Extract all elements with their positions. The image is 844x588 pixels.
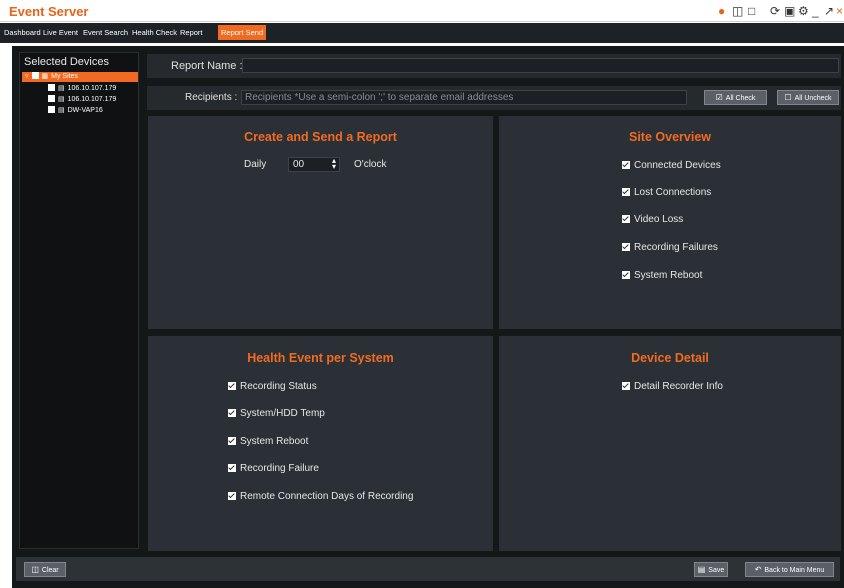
checkbox-checked-icon[interactable]	[622, 382, 630, 390]
tree-item-device[interactable]: ▤ 106.10.107.179	[48, 95, 116, 105]
save-icon: ▤	[697, 565, 706, 574]
tab-report[interactable]: Report	[180, 28, 203, 37]
health-event-section: Health Event per System Recording Status…	[148, 336, 493, 551]
checkbox-checked-icon: ☑	[715, 93, 723, 102]
save-button[interactable]: ▤ Save	[694, 562, 728, 577]
checkbox-empty-icon: ☐	[784, 93, 792, 102]
expand-arrow-icon[interactable]: ▿	[25, 72, 29, 82]
tab-live-event[interactable]: Live Event	[43, 28, 78, 37]
clear-icon: ◫	[31, 565, 39, 574]
checkbox-checked-icon[interactable]	[228, 492, 236, 500]
back-arrow-icon: ↶	[754, 565, 762, 574]
title-bar: Event Server ● ◫ □ ⟳ ▣ ⚙ _ ↗ ×	[0, 0, 844, 22]
refresh-icon[interactable]: ⟳	[770, 4, 780, 18]
stepper-arrows-icon[interactable]: ▴ ▾	[332, 157, 336, 171]
report-name-input[interactable]	[242, 58, 839, 73]
maximize-icon[interactable]: ↗	[824, 4, 834, 18]
recipients-input[interactable]: Recipients *Use a semi-colon ';' to sepa…	[241, 90, 687, 105]
tab-event-search[interactable]: Event Search	[83, 28, 128, 37]
device-detail-title: Device Detail	[631, 351, 709, 365]
folder-icon: ▦	[41, 73, 49, 80]
minimize-icon[interactable]: _	[812, 4, 819, 18]
all-uncheck-label: All Uncheck	[794, 95, 832, 102]
site-overview-item[interactable]: Connected Devices	[622, 160, 721, 171]
clear-button[interactable]: ◫ Clear	[24, 562, 66, 577]
device-checkbox[interactable]	[48, 106, 55, 113]
health-event-item[interactable]: Recording Failure	[228, 463, 319, 474]
health-event-item[interactable]: Remote Connection Days of Recording	[228, 491, 413, 502]
window-icon[interactable]: □	[748, 4, 755, 18]
create-send-section: Create and Send a Report Daily 00 ▴ ▾ O'c…	[148, 116, 493, 329]
tree-root-my-sites[interactable]: ▿ ▦ My Sites	[22, 72, 138, 82]
recorder-icon: ▤	[58, 96, 65, 103]
hour-stepper[interactable]: 00 ▴ ▾	[288, 157, 340, 172]
save-label: Save	[708, 567, 725, 574]
checkbox-checked-icon[interactable]	[622, 243, 630, 251]
health-event-item[interactable]: System Reboot	[228, 436, 308, 447]
site-overview-item[interactable]: System Reboot	[622, 270, 702, 281]
app-title: Event Server	[9, 4, 89, 19]
health-event-item[interactable]: System/HDD Temp	[228, 408, 325, 419]
site-overview-item[interactable]: Recording Failures	[622, 242, 718, 253]
site-overview-item[interactable]: Video Loss	[622, 214, 683, 225]
device-detail-item[interactable]: Detail Recorder Info	[622, 381, 723, 392]
back-to-main-button[interactable]: ↶ Back to Main Menu	[745, 562, 834, 577]
create-send-title: Create and Send a Report	[244, 130, 397, 144]
daily-label: Daily	[244, 159, 267, 170]
report-name-label: Report Name :	[171, 60, 243, 72]
tab-dashboard[interactable]: Dashboard	[4, 28, 41, 37]
logo-icon[interactable]: ●	[718, 4, 725, 18]
site-overview-title: Site Overview	[629, 130, 711, 144]
tree-item-device[interactable]: ▤ DW-VAP16	[48, 106, 103, 116]
checkbox-checked-icon[interactable]	[228, 409, 236, 417]
recipients-label: Recipients :	[185, 92, 238, 103]
layout-icon[interactable]: ◫	[732, 4, 743, 18]
bottom-bar: ◫ Clear ▤ Save ↶ Back to Main Menu	[16, 557, 840, 581]
checkbox-checked-icon[interactable]	[622, 271, 630, 279]
tree-item-device[interactable]: ▤ 106.10.107.179	[48, 84, 116, 94]
health-event-item[interactable]: Recording Status	[228, 381, 317, 392]
recipients-row: Recipients : Recipients *Use a semi-colo…	[147, 86, 841, 110]
device-detail-section: Device Detail Detail Recorder Info	[499, 336, 841, 551]
clear-label: Clear	[41, 567, 59, 574]
tab-bar: Dashboard Live Event Event Search Health…	[0, 23, 844, 43]
checkbox-checked-icon[interactable]	[228, 464, 236, 472]
settings-icon[interactable]: ⚙	[798, 4, 809, 18]
device-label: 106.10.107.179	[67, 96, 117, 103]
device-label: DW-VAP16	[67, 107, 103, 114]
recorder-icon: ▤	[58, 107, 65, 114]
device-label: 106.10.107.179	[67, 85, 117, 92]
checkbox-checked-icon[interactable]	[228, 382, 236, 390]
checkbox-checked-icon[interactable]	[622, 215, 630, 223]
checkbox-checked-icon[interactable]	[622, 188, 630, 196]
back-label: Back to Main Menu	[764, 567, 825, 574]
device-checkbox[interactable]	[48, 95, 55, 102]
tab-health-check[interactable]: Health Check	[132, 28, 177, 37]
device-checkbox[interactable]	[48, 84, 55, 91]
health-event-title: Health Event per System	[247, 351, 394, 365]
all-check-label: All Check	[725, 95, 756, 102]
all-uncheck-button[interactable]: ☐ All Uncheck	[777, 90, 839, 105]
root-checkbox[interactable]	[31, 72, 39, 79]
close-icon[interactable]: ×	[836, 4, 843, 18]
site-overview-section: Site Overview Connected Devices Lost Con…	[499, 116, 841, 329]
recorder-icon: ▤	[58, 85, 65, 92]
checkbox-checked-icon[interactable]	[228, 437, 236, 445]
lock-icon[interactable]: ▣	[784, 4, 795, 18]
oclock-label: O'clock	[354, 159, 387, 170]
site-overview-item[interactable]: Lost Connections	[622, 187, 711, 198]
all-check-button[interactable]: ☑ All Check	[704, 90, 767, 105]
hour-value: 00	[293, 159, 305, 170]
selected-devices-title: Selected Devices	[24, 56, 109, 68]
selected-devices-panel: Selected Devices ▿ ▦ My Sites ▤ 106.10.107.…	[19, 52, 139, 549]
tree-root-label: My Sites	[51, 73, 78, 80]
tab-report-send[interactable]: Report Send	[218, 25, 267, 40]
report-name-row: Report Name :	[147, 54, 841, 78]
checkbox-checked-icon[interactable]	[622, 161, 630, 169]
